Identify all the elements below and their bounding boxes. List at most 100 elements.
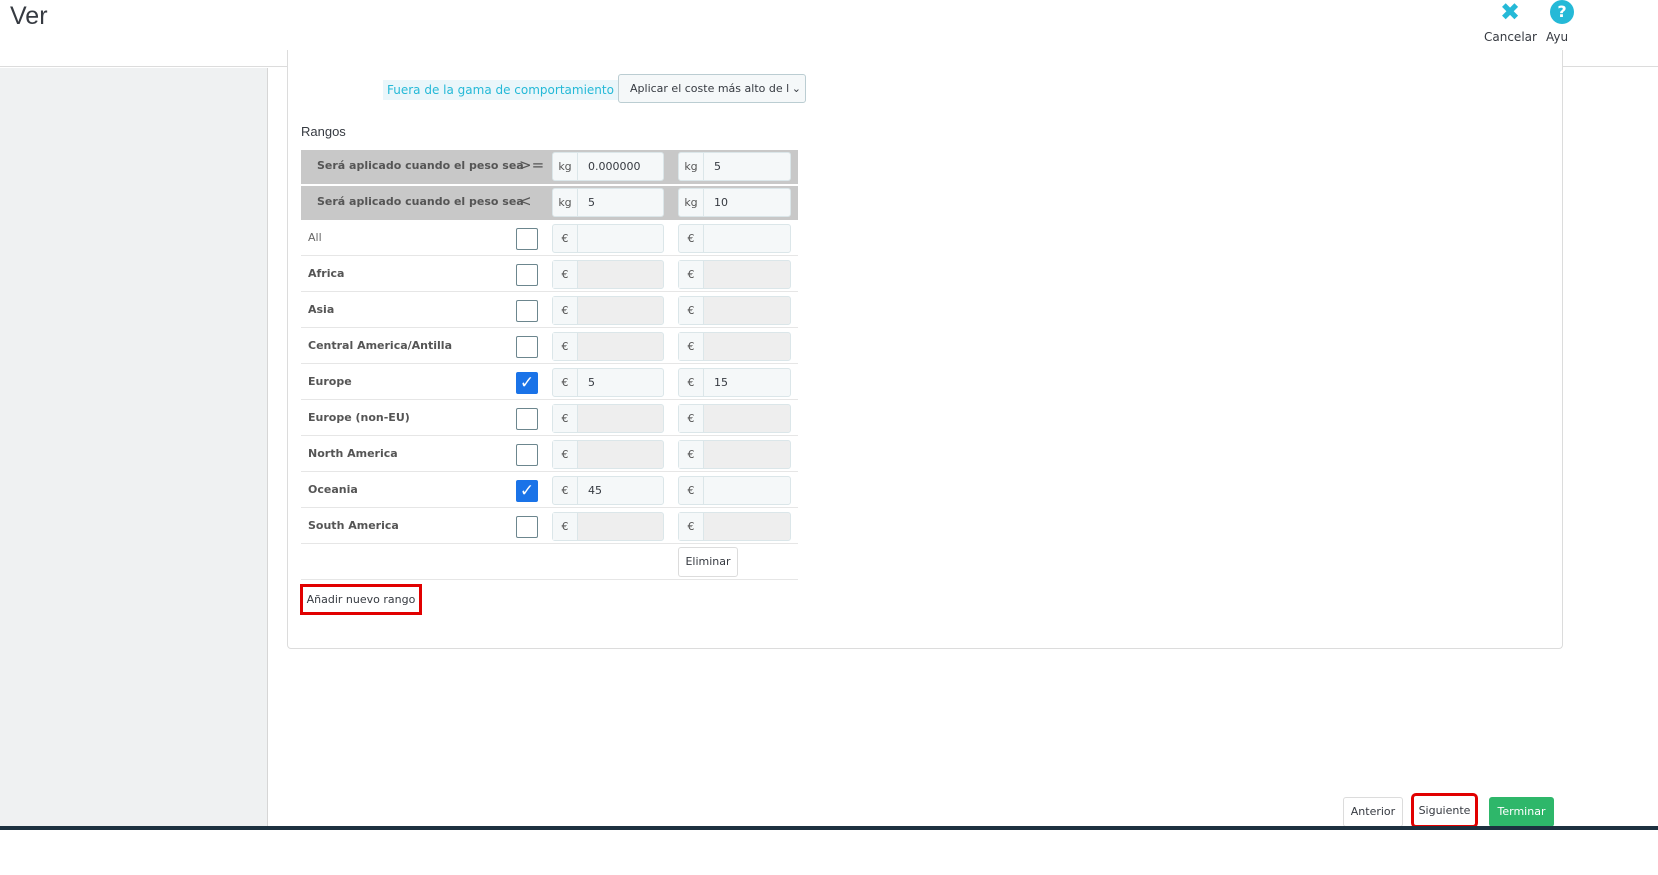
zone-checkbox[interactable]: [516, 336, 538, 358]
currency-prefix: €: [553, 333, 578, 360]
zone-checkbox[interactable]: [516, 408, 538, 430]
currency-prefix: €: [679, 369, 704, 396]
currency-prefix: €: [679, 333, 704, 360]
zone-name: All: [308, 231, 322, 244]
range-to-input[interactable]: kg 5: [678, 152, 791, 181]
chevron-down-icon: ⌄: [788, 75, 801, 102]
zone-price-input-2[interactable]: €: [678, 332, 791, 361]
unit-prefix: kg: [679, 189, 704, 216]
zone-price-input-2[interactable]: €: [678, 404, 791, 433]
zone-price-input-1[interactable]: €: [552, 332, 664, 361]
add-range-button[interactable]: Añadir nuevo rango: [300, 584, 422, 615]
range-header-row: Será aplicado cuando el peso sea < kg 5 k…: [301, 186, 798, 220]
zone-name: Oceania: [308, 483, 358, 496]
zone-checkbox[interactable]: [516, 228, 538, 250]
zone-price-input-1[interactable]: €: [552, 512, 664, 541]
zone-price-input-1[interactable]: €: [552, 296, 664, 325]
currency-prefix: €: [553, 297, 578, 324]
zone-row: Europe (non-EU) € €: [301, 400, 798, 436]
unit-prefix: kg: [679, 153, 704, 180]
currency-prefix: €: [553, 261, 578, 288]
currency-prefix: €: [553, 477, 578, 504]
range-operator: >=: [519, 156, 545, 174]
currency-prefix: €: [679, 261, 704, 288]
range-from-input[interactable]: kg 0.000000: [552, 152, 664, 181]
sidebar: [0, 68, 268, 828]
delete-range-button[interactable]: Eliminar: [678, 547, 738, 577]
zone-checkbox[interactable]: ✓: [516, 480, 538, 502]
zone-row: North America € €: [301, 436, 798, 472]
zone-row: South America € €: [301, 508, 798, 544]
zone-name: Europe (non-EU): [308, 411, 410, 424]
help-icon: ?: [1550, 0, 1574, 24]
range-to-value: 10: [714, 196, 728, 209]
zone-checkbox[interactable]: [516, 264, 538, 286]
zone-price-input-2[interactable]: €: [678, 440, 791, 469]
range-from-value: 0.000000: [588, 160, 641, 173]
next-button[interactable]: Siguiente: [1411, 793, 1478, 828]
price-value: 5: [588, 376, 595, 389]
ranges-title: Rangos: [301, 124, 346, 139]
zone-checkbox[interactable]: [516, 516, 538, 538]
close-icon: ✖: [1499, 0, 1521, 26]
cancel-label: Cancelar: [1484, 30, 1537, 44]
highlight-box: [300, 584, 422, 615]
currency-prefix: €: [679, 405, 704, 432]
zone-row: Africa € €: [301, 256, 798, 292]
zone-checkbox[interactable]: [516, 300, 538, 322]
out-of-range-value: Aplicar el coste más alto de la: [630, 82, 796, 95]
zone-price-input-2[interactable]: €15: [678, 368, 791, 397]
zone-price-input-1[interactable]: €5: [552, 368, 664, 397]
out-of-range-select[interactable]: Aplicar el coste más alto de la ⌄: [618, 74, 806, 103]
range-to-input[interactable]: kg 10: [678, 188, 791, 217]
check-icon: ✓: [519, 373, 535, 393]
currency-prefix: €: [553, 405, 578, 432]
currency-prefix: €: [679, 225, 704, 252]
zone-name: Europe: [308, 375, 352, 388]
zone-price-input-1[interactable]: €45: [552, 476, 664, 505]
previous-button[interactable]: Anterior: [1343, 797, 1403, 827]
zone-price-input-2[interactable]: €: [678, 476, 791, 505]
range-condition-label: Será aplicado cuando el peso sea: [317, 159, 524, 172]
zone-price-input-2[interactable]: €: [678, 260, 791, 289]
zone-price-input-2[interactable]: €: [678, 296, 791, 325]
currency-prefix: €: [553, 225, 578, 252]
zone-price-input-1[interactable]: €: [552, 260, 664, 289]
zone-price-input-2[interactable]: €: [678, 224, 791, 253]
zone-row: Oceania ✓ €45 €: [301, 472, 798, 508]
zone-name: North America: [308, 447, 398, 460]
cancel-button[interactable]: ✖ Cancelar: [1484, 0, 1537, 44]
currency-prefix: €: [553, 369, 578, 396]
check-icon: ✓: [519, 481, 535, 501]
currency-prefix: €: [553, 441, 578, 468]
zone-price-input-1[interactable]: €: [552, 404, 664, 433]
out-of-range-label: Fuera de la gama de comportamiento: [383, 80, 618, 100]
zone-row: Central America/Antilla € €: [301, 328, 798, 364]
currency-prefix: €: [679, 477, 704, 504]
currency-prefix: €: [553, 513, 578, 540]
zone-price-input-2[interactable]: €: [678, 512, 791, 541]
zone-name: Asia: [308, 303, 335, 316]
range-from-input[interactable]: kg 5: [552, 188, 664, 217]
help-label: Ayu: [1546, 30, 1569, 44]
zone-checkbox[interactable]: ✓: [516, 372, 538, 394]
zone-row: Asia € €: [301, 292, 798, 328]
range-header-row: Será aplicado cuando el peso sea >= kg 0.…: [301, 150, 798, 184]
zone-name: Central America/Antilla: [308, 339, 452, 352]
finish-button[interactable]: Terminar: [1489, 797, 1554, 827]
price-value: 45: [588, 484, 602, 497]
range-to-value: 5: [714, 160, 721, 173]
page-title: Ver: [10, 2, 48, 30]
zone-name: South America: [308, 519, 399, 532]
zone-price-input-1[interactable]: €: [552, 224, 664, 253]
currency-prefix: €: [679, 513, 704, 540]
delete-row: Eliminar: [301, 544, 798, 580]
help-button[interactable]: ? Ayu: [1546, 0, 1586, 44]
currency-prefix: €: [679, 441, 704, 468]
zone-row: All € €: [301, 220, 798, 256]
range-condition-label: Será aplicado cuando el peso sea: [317, 195, 524, 208]
range-from-value: 5: [588, 196, 595, 209]
unit-prefix: kg: [553, 189, 578, 216]
zone-price-input-1[interactable]: €: [552, 440, 664, 469]
zone-checkbox[interactable]: [516, 444, 538, 466]
